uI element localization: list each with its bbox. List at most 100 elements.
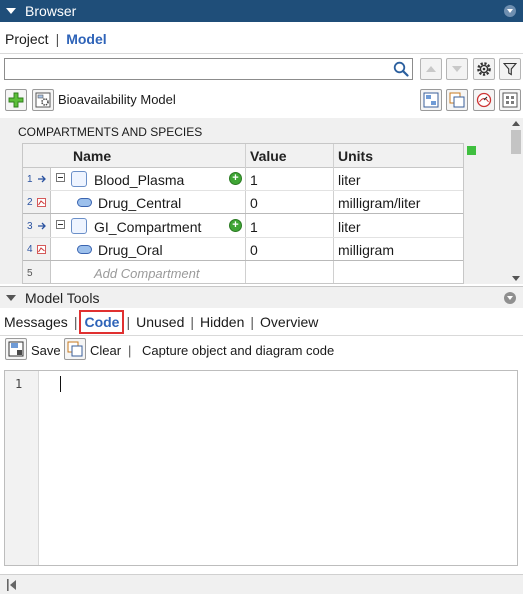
row-units[interactable]: liter bbox=[338, 172, 361, 188]
row-value[interactable]: 0 bbox=[250, 242, 258, 258]
model-tools-title: Model Tools bbox=[25, 289, 100, 306]
browser-title: Browser bbox=[25, 3, 77, 19]
line-number: 1 bbox=[15, 377, 23, 391]
collapse-triangle-icon[interactable] bbox=[6, 294, 16, 301]
panel-menu-icon[interactable] bbox=[504, 5, 516, 17]
browser-titlebar: Browser bbox=[0, 0, 523, 22]
tab-unused[interactable]: Unused bbox=[136, 314, 184, 330]
row-units[interactable]: milligram/liter bbox=[338, 195, 420, 211]
add-compartment-row[interactable]: 5 Add Compartment bbox=[23, 262, 463, 283]
move-up-button[interactable] bbox=[420, 58, 442, 80]
row-units[interactable]: liter bbox=[338, 219, 361, 235]
copy-model-button[interactable] bbox=[446, 89, 468, 111]
table-row[interactable]: 1 Blood_Plasma + 1 liter bbox=[23, 168, 463, 191]
row-value[interactable]: 0 bbox=[250, 195, 258, 211]
row-name[interactable]: Drug_Oral bbox=[98, 242, 163, 258]
add-species-icon[interactable]: + bbox=[229, 219, 242, 232]
row-name[interactable]: Drug_Central bbox=[98, 195, 181, 211]
chevron-down-icon bbox=[452, 66, 462, 72]
column-header-value[interactable]: Value bbox=[250, 148, 287, 164]
row-value[interactable]: 1 bbox=[250, 219, 258, 235]
tab-code[interactable]: Code bbox=[79, 310, 125, 334]
clear-label[interactable]: Clear bbox=[90, 343, 121, 358]
toolbar-separator: | bbox=[128, 343, 132, 358]
add-species-icon[interactable]: + bbox=[229, 172, 242, 185]
table-row[interactable]: 3 GI_Compartment + 1 liter bbox=[23, 215, 463, 238]
code-toolbar: Save Clear | Capture object and diagram … bbox=[0, 336, 523, 364]
matrix-view-button[interactable] bbox=[499, 89, 521, 111]
model-tools-titlebar: Model Tools bbox=[0, 286, 523, 308]
code-editor[interactable]: 1 bbox=[4, 370, 518, 566]
browser-nav: Project | Model bbox=[0, 28, 107, 50]
add-compartment-placeholder[interactable]: Add Compartment bbox=[94, 266, 200, 281]
species-plot-icon bbox=[37, 245, 46, 254]
table-row[interactable]: 2 Drug_Central 0 milligram/liter bbox=[23, 191, 463, 214]
table-header: Name Value Units bbox=[23, 144, 463, 168]
filter-icon bbox=[503, 62, 517, 76]
species-icon bbox=[77, 198, 92, 207]
row-number: 4 bbox=[27, 244, 33, 255]
row-name[interactable]: GI_Compartment bbox=[94, 219, 201, 235]
clear-button[interactable] bbox=[64, 338, 86, 360]
move-down-button[interactable] bbox=[446, 58, 468, 80]
search-field[interactable] bbox=[8, 60, 388, 78]
add-button[interactable] bbox=[5, 89, 27, 111]
column-header-name[interactable]: Name bbox=[73, 148, 111, 164]
row-units[interactable]: milligram bbox=[338, 242, 394, 258]
collapse-toggle[interactable] bbox=[56, 173, 65, 182]
status-bar bbox=[0, 574, 523, 594]
scroll-down-icon[interactable] bbox=[512, 276, 520, 281]
simulate-button[interactable] bbox=[473, 89, 495, 111]
divider bbox=[0, 53, 523, 54]
model-gear-icon bbox=[35, 92, 51, 108]
scroll-up-icon[interactable] bbox=[512, 121, 520, 126]
row-number: 1 bbox=[27, 174, 33, 185]
nav-project-link[interactable]: Project bbox=[5, 31, 49, 47]
save-button[interactable] bbox=[5, 338, 27, 360]
species-icon bbox=[77, 245, 92, 254]
compartments-table: Name Value Units 1 Blood_Plasma + 1 lite… bbox=[22, 143, 464, 284]
collapse-toggle[interactable] bbox=[56, 220, 65, 229]
copy-icon bbox=[449, 92, 465, 108]
nav-model-link[interactable]: Model bbox=[66, 31, 106, 47]
settings-button[interactable] bbox=[473, 58, 495, 80]
save-label[interactable]: Save bbox=[31, 343, 61, 358]
collapse-triangle-icon[interactable] bbox=[6, 8, 16, 14]
search-icon[interactable] bbox=[393, 61, 409, 77]
vertical-scrollbar[interactable] bbox=[509, 118, 523, 284]
table-row[interactable]: 4 Drug_Oral 0 milligram bbox=[23, 238, 463, 261]
compartments-heading: COMPARTMENTS AND SPECIES bbox=[18, 125, 203, 139]
species-plot-icon bbox=[37, 198, 46, 207]
row-number: 3 bbox=[27, 221, 33, 232]
tab-separator: | bbox=[250, 314, 255, 330]
gear-icon bbox=[477, 62, 491, 76]
chevron-up-icon bbox=[426, 66, 436, 72]
tab-hidden[interactable]: Hidden bbox=[200, 314, 244, 330]
tab-overview[interactable]: Overview bbox=[260, 314, 318, 330]
diagram-view-button[interactable] bbox=[420, 89, 442, 111]
model-properties-button[interactable] bbox=[32, 89, 54, 111]
tab-separator: | bbox=[190, 314, 194, 330]
column-header-units[interactable]: Units bbox=[338, 148, 373, 164]
code-description: Capture object and diagram code bbox=[142, 343, 335, 358]
row-value[interactable]: 1 bbox=[250, 172, 258, 188]
compartment-link-icon bbox=[38, 175, 46, 183]
panel-menu-icon[interactable] bbox=[504, 292, 516, 304]
line-number-gutter: 1 bbox=[5, 371, 39, 565]
row-name[interactable]: Blood_Plasma bbox=[94, 172, 184, 188]
app-window: Browser Project | Model Bioavailability … bbox=[0, 0, 523, 594]
status-indicator bbox=[467, 146, 476, 155]
scrollbar-thumb[interactable] bbox=[511, 130, 521, 154]
plus-icon bbox=[8, 92, 24, 108]
collapse-left-icon[interactable] bbox=[7, 579, 16, 591]
tab-messages[interactable]: Messages bbox=[4, 314, 68, 330]
filter-button[interactable] bbox=[499, 58, 521, 80]
nav-separator: | bbox=[55, 31, 60, 47]
compartment-link-icon bbox=[38, 222, 46, 230]
search-input[interactable] bbox=[4, 58, 413, 80]
diagram-icon bbox=[423, 92, 439, 108]
tab-separator: | bbox=[126, 314, 131, 330]
gauge-icon bbox=[476, 92, 492, 108]
compartment-icon bbox=[71, 171, 87, 187]
text-caret bbox=[60, 376, 61, 392]
